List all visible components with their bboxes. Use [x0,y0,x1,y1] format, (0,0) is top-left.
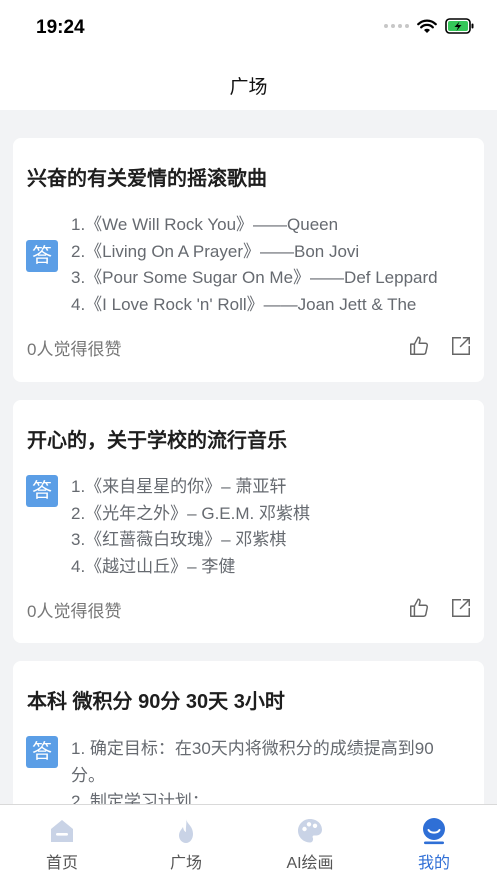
answer-badge: 答 [26,736,58,768]
answer-badge: 答 [26,240,58,272]
tab-bar: 首页 广场 AI绘画 我的 [0,804,497,884]
answer-line: 3.《Pour Some Sugar On Me》——Def Leppard [71,268,438,287]
like-count: 0人觉得很赞 [27,602,122,621]
answer-line: 3.《红蔷薇白玫瑰》– 邓紫棋 [71,530,287,549]
thumbs-up-icon[interactable] [408,597,430,619]
answer-line: 4.《I Love Rock 'n' Roll》——Joan Jett & Th… [71,294,417,314]
share-icon[interactable] [450,335,472,357]
flame-icon [179,819,193,843]
home-icon [51,820,73,842]
answer-badge: 答 [26,475,58,507]
tab-mine[interactable]: 我的 [372,805,496,884]
battery-charging-icon [445,18,474,34]
card-title: 兴奋的有关爱情的摇滚歌曲 [27,168,267,190]
palette-icon [298,819,322,843]
answer-line: 4.《越过山丘》– 李健 [71,556,236,576]
question-card[interactable]: 开心的，关于学校的流行音乐 答 1.《来自星星的你》– 萧亚轩 2.《光年之外》… [13,400,484,643]
answer-line: 1.《来自星星的你》– 萧亚轩 [71,477,287,496]
answer-line: 2.《光年之外》– G.E.M. 邓紫棋 [71,503,310,523]
answer-text: 1.《来自星星的你》– 萧亚轩 2.《光年之外》– G.E.M. 邓紫棋 3.《… [71,474,470,580]
question-card[interactable]: 兴奋的有关爱情的摇滚歌曲 答 1.《We Will Rock You》——Que… [13,138,484,382]
share-icon[interactable] [450,597,472,619]
answer-line: 2. 制定学习计划： [71,792,209,804]
like-count: 0人觉得很赞 [27,340,122,359]
answer-line: 1.《We Will Rock You》——Queen [71,215,339,234]
status-time: 19:24 [36,17,85,38]
nav-bar: 广场 [0,60,497,110]
answer-text: 1. 确定目标：在30天内将微积分的成绩提高到90 分。 2. 制定学习计划： [71,736,470,804]
answer-line: 1. 确定目标：在30天内将微积分的成绩提高到90 [71,739,434,758]
tab-home[interactable]: 首页 [0,805,124,884]
tab-label: AI绘画 [286,855,334,872]
answer-text: 1.《We Will Rock You》——Queen 2.《Living On… [71,212,470,318]
answer-line: 2.《Living On A Prayer》——Bon Jovi [71,241,360,261]
signal-dots-icon [384,24,409,28]
tab-label: 首页 [45,855,78,872]
tab-label: 广场 [169,855,202,872]
feed-list[interactable]: 兴奋的有关爱情的摇滚歌曲 答 1.《We Will Rock You》——Que… [0,110,497,804]
answer-line: 分。 [71,765,105,785]
card-title: 开心的，关于学校的流行音乐 [27,430,287,452]
card-title: 本科 微积分 90分 30天 3小时 [27,691,285,713]
wifi-icon [417,19,437,33]
thumbs-up-icon[interactable] [408,335,430,357]
status-icons [384,18,475,34]
tab-square[interactable]: 广场 [124,805,248,884]
question-card[interactable]: 本科 微积分 90分 30天 3小时 答 1. 确定目标：在30天内将微积分的成… [13,661,484,804]
tab-ai-painting[interactable]: AI绘画 [248,805,372,884]
profile-icon [423,818,445,845]
page-title: 广场 [229,77,268,98]
tab-label: 我的 [417,855,450,872]
status-bar: 19:24 [0,0,497,60]
